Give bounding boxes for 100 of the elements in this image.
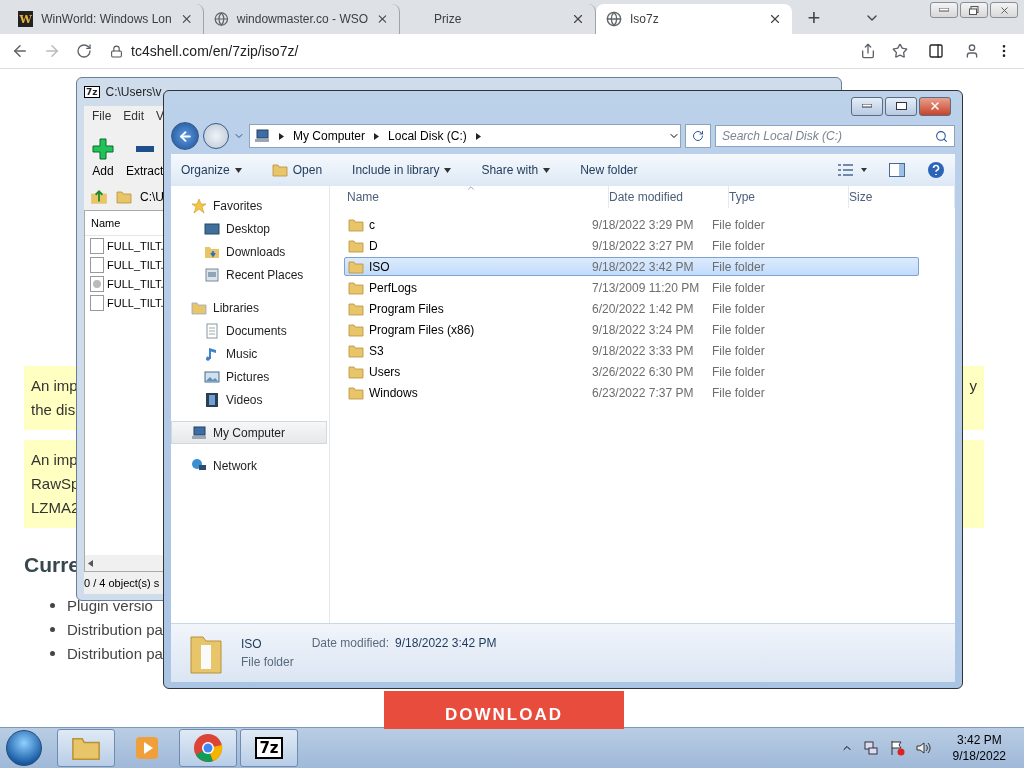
clock[interactable]: 3:42 PM 9/18/2022	[952, 732, 1006, 764]
file-name[interactable]: FULL_TILT.	[107, 296, 164, 309]
preview-pane-icon[interactable]	[889, 163, 905, 177]
add-button[interactable]: Add	[92, 164, 114, 178]
breadcrumb[interactable]: Local Disk (C:)	[388, 129, 467, 143]
new-tab-button[interactable]: +	[800, 5, 828, 31]
file-row[interactable]: Users 3/26/2022 6:30 PM File folder	[344, 362, 919, 381]
path-field[interactable]: C:\U	[140, 190, 164, 204]
file-name: Windows	[369, 385, 418, 400]
maximize-button[interactable]	[885, 96, 917, 116]
sidebar-item[interactable]: Downloads	[171, 240, 327, 263]
sidebar-item[interactable]: Music	[171, 342, 327, 365]
file-row[interactable]: D 9/18/2022 3:27 PM File folder	[344, 236, 919, 255]
toolbar-button[interactable]: Include in library	[352, 163, 452, 177]
chevron-icon	[278, 132, 285, 140]
toolbar-button[interactable]: Open	[271, 162, 323, 178]
column-header[interactable]: Size	[849, 186, 955, 208]
restore-button[interactable]	[960, 2, 988, 18]
back-icon[interactable]	[11, 42, 29, 60]
refresh-button[interactable]	[685, 124, 711, 148]
maximize-icon	[895, 102, 907, 110]
close-icon[interactable]	[376, 12, 389, 26]
breadcrumb[interactable]: My Computer	[293, 129, 366, 143]
bookmark-icon[interactable]	[892, 43, 908, 59]
side-panel-icon[interactable]	[928, 43, 944, 59]
list-item: Plugin versio	[67, 596, 153, 614]
folder-icon	[348, 258, 364, 275]
browser-tab[interactable]: windowmaster.co - WSO	[204, 4, 400, 34]
file-row[interactable]: Program Files (x86) 9/18/2022 3:24 PM File folder	[344, 320, 919, 339]
back-button[interactable]	[171, 122, 199, 150]
sidebar-item[interactable]: Recent Places	[171, 263, 327, 286]
column-header[interactable]: Date modified	[609, 186, 729, 208]
close-button[interactable]	[919, 96, 951, 116]
minimize-button[interactable]	[851, 96, 883, 116]
extract-button[interactable]: Extract	[126, 164, 164, 178]
note-text: An imp	[31, 450, 79, 470]
file-name[interactable]: FULL_TILT.	[107, 277, 164, 290]
sidebar-item[interactable]: Documents	[171, 319, 327, 342]
taskbar-button[interactable]	[57, 729, 115, 767]
type-cell-text: File folder	[712, 259, 766, 274]
address-bar[interactable]: My Computer Local Disk (C:)	[249, 124, 681, 148]
chevron-icon	[373, 132, 381, 140]
file-row[interactable]: ISO 9/18/2022 3:42 PM File folder	[344, 257, 919, 276]
flag-icon[interactable]	[888, 740, 905, 756]
taskbar-button[interactable]	[179, 729, 237, 767]
volume-icon[interactable]	[914, 740, 931, 756]
file-row[interactable]: PerfLogs 7/13/2009 11:20 PM File folder	[344, 278, 919, 297]
list-item: Distribution pa	[67, 644, 163, 662]
item-name: ISO	[241, 637, 263, 651]
file-name[interactable]: FULL_TILT.	[107, 258, 164, 271]
type-cell-text: File folder	[712, 385, 766, 400]
file-row[interactable]: c 9/18/2022 3:29 PM File folder	[344, 215, 919, 234]
sidebar-item[interactable]: Favorites	[171, 194, 327, 217]
file-name[interactable]: FULL_TILT.	[107, 239, 164, 252]
browser-tab[interactable]: Iso7z	[596, 4, 792, 34]
network-icon[interactable]	[862, 740, 879, 756]
column-header[interactable]: Name	[91, 217, 121, 229]
sidebar-item[interactable]: Libraries	[171, 296, 327, 319]
forward-button[interactable]	[203, 123, 229, 149]
sidebar-item[interactable]: Network	[171, 454, 327, 477]
menu-item[interactable]: File	[92, 109, 112, 123]
toolbar-button[interactable]: Share with	[481, 163, 551, 177]
document-icon	[204, 322, 220, 339]
folder-icon	[271, 162, 288, 178]
toolbar-button[interactable]: New folder	[580, 163, 638, 177]
close-icon	[998, 4, 1010, 16]
file-row[interactable]: Windows 6/23/2022 7:37 PM File folder	[344, 383, 919, 402]
folder-up-icon[interactable]	[90, 188, 108, 206]
sidebar-item[interactable]: My Computer	[171, 421, 327, 444]
file-icon	[90, 294, 104, 311]
sidebar-item[interactable]: Desktop	[171, 217, 327, 240]
minus-icon	[135, 146, 154, 152]
start-button[interactable]	[6, 730, 42, 766]
column-header[interactable]: Type	[729, 186, 849, 208]
browser-tab[interactable]: W WinWorld: Windows Lon	[8, 4, 204, 34]
sidebar-item[interactable]: Videos	[171, 388, 327, 411]
sidebar-item[interactable]: Pictures	[171, 365, 327, 388]
taskbar-button[interactable]: 7z	[240, 729, 298, 767]
file-icon	[90, 237, 104, 254]
search-field[interactable]: Search Local Disk (C:)	[715, 125, 955, 147]
close-icon[interactable]	[768, 12, 782, 26]
close-icon[interactable]	[571, 12, 585, 26]
share-icon[interactable]	[860, 43, 876, 59]
profile-icon[interactable]	[964, 43, 980, 59]
menu-item[interactable]: Edit	[123, 109, 145, 123]
type-cell-text: File folder	[712, 343, 766, 358]
reload-icon[interactable]	[76, 43, 92, 59]
help-icon[interactable]	[927, 161, 945, 179]
file-row[interactable]: S3 9/18/2022 3:33 PM File folder	[344, 341, 919, 360]
chevron-icon	[474, 132, 482, 140]
item-type: File folder	[241, 655, 294, 669]
column-header[interactable]: Name	[347, 186, 609, 208]
toolbar-button[interactable]: Organize	[181, 163, 242, 177]
download-button[interactable]: DOWNLOAD	[384, 691, 624, 729]
file-row[interactable]: Program Files 6/20/2022 1:42 PM File folder	[344, 299, 919, 318]
bullet-icon	[50, 626, 55, 632]
scroll-left-icon[interactable]	[88, 559, 93, 567]
date-cell-text: 9/18/2022 3:29 PM	[592, 217, 695, 232]
view-options-icon[interactable]	[837, 163, 867, 177]
menu-item[interactable]: V	[156, 109, 165, 123]
